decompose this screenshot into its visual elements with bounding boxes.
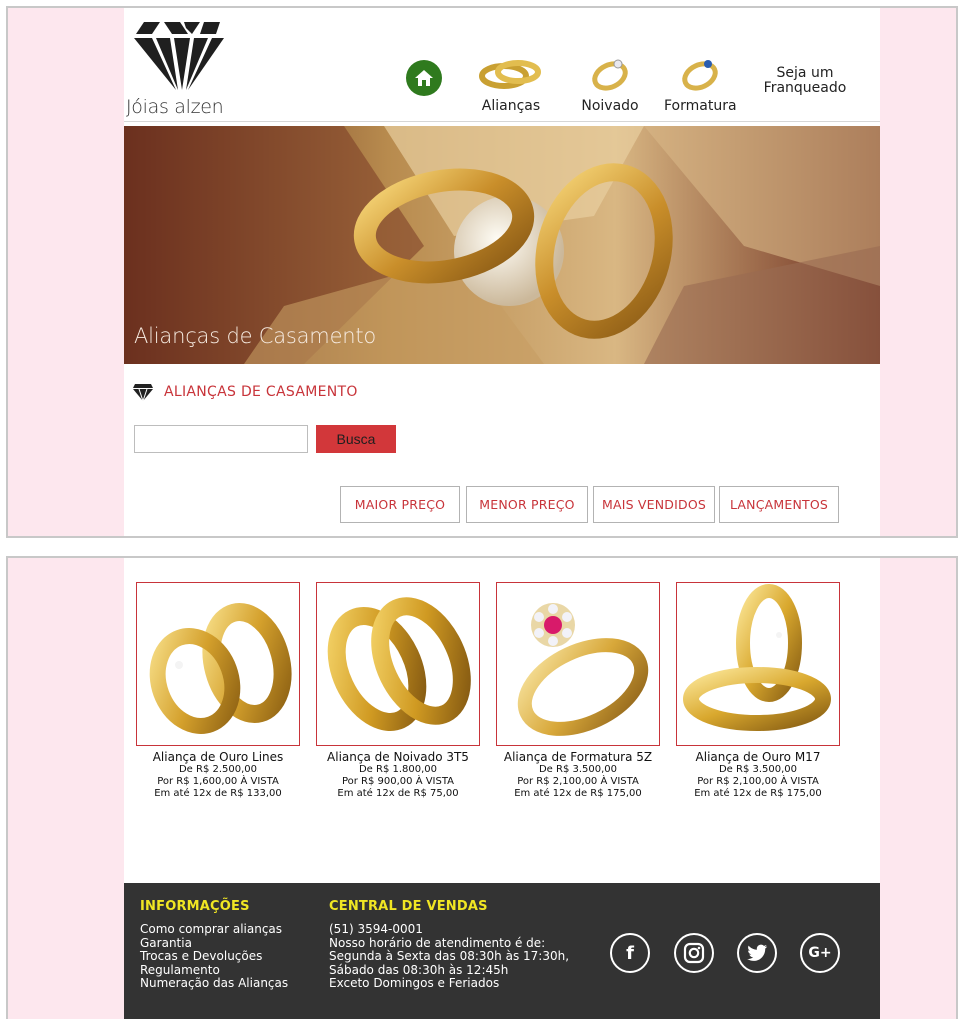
footer-link-returns[interactable]: Trocas e Devoluções — [140, 949, 288, 964]
sort-highest-price-button[interactable]: MAIOR PREÇO — [340, 486, 460, 523]
footer-hours-weekdays: Segunda à Sexta das 08:30h às 17:30h, — [329, 949, 570, 963]
footer-info-heading: INFORMAÇÕES — [140, 899, 250, 914]
footer-link-ring-sizes[interactable]: Numeração das Alianças — [140, 976, 288, 991]
nav-home-button[interactable] — [406, 60, 442, 96]
product-card[interactable]: Aliança de Ouro M17 De R$ 3.500,00 Por R… — [676, 582, 840, 800]
graduation-ring-icon — [682, 60, 718, 91]
nav-item-aliancas[interactable]: Alianças — [476, 52, 546, 114]
product-rings-image — [683, 584, 831, 731]
product-name[interactable]: Aliança de Ouro M17 — [676, 750, 840, 764]
diamond-logo-icon — [134, 22, 224, 90]
page-content-bottom: Aliança de Ouro Lines De R$ 2.500,00 Por… — [124, 558, 880, 1019]
google-plus-icon[interactable]: G+ — [800, 933, 840, 973]
footer-info-column: INFORMAÇÕES Como comprar alianças Garant… — [140, 899, 288, 991]
instagram-icon[interactable] — [674, 933, 714, 973]
diamond-icon — [133, 384, 153, 402]
product-price-from: De R$ 3.500,00 — [718, 764, 798, 775]
home-icon — [415, 70, 433, 86]
search-input[interactable] — [134, 425, 308, 453]
product-name[interactable]: Aliança de Ouro Lines — [136, 750, 300, 764]
top-viewport: Jóias alzen Alianças Noivado Formatura S… — [6, 6, 958, 538]
product-price-from: De R$ 2.500,00 — [178, 764, 258, 775]
product-image[interactable] — [136, 582, 300, 746]
section-header: ALIANÇAS DE CASAMENTO — [132, 382, 358, 402]
product-image[interactable] — [676, 582, 840, 746]
sort-new-releases-button[interactable]: LANÇAMENTOS — [719, 486, 839, 523]
footer-hours-exceptions: Exceto Domingos e Feriados — [329, 976, 500, 990]
instagram-glyph — [683, 942, 705, 964]
section-title: ALIANÇAS DE CASAMENTO — [164, 384, 358, 400]
product-card[interactable]: Aliança de Noivado 3T5 De R$ 1.800,00 Po… — [316, 582, 480, 800]
franchise-line2: Franqueado — [763, 80, 847, 96]
nav-item-noivado[interactable]: Noivado — [580, 52, 640, 114]
nav-item-formatura[interactable]: Formatura — [664, 52, 737, 114]
product-card[interactable]: Aliança de Ouro Lines De R$ 2.500,00 Por… — [136, 582, 300, 800]
footer-hours-intro: Nosso horário de atendimento é de: — [329, 935, 546, 950]
sort-best-sellers-button[interactable]: MAIS VENDIDOS — [593, 486, 715, 523]
sort-lowest-price-button[interactable]: MENOR PREÇO — [466, 486, 588, 523]
nav-item-franchise[interactable]: Seja um Franqueado — [760, 66, 850, 96]
footer-phone: (51) 3594-0001 — [329, 922, 423, 936]
product-ring-image — [517, 603, 649, 736]
footer-sales-heading: CENTRAL DE VENDAS — [329, 899, 488, 914]
product-name[interactable]: Aliança de Formatura 5Z — [496, 750, 660, 764]
product-price-from: De R$ 1.800,00 — [358, 764, 438, 775]
site-logo[interactable]: Jóias alzen — [124, 18, 244, 118]
nav-label-formatura: Formatura — [664, 98, 737, 114]
engagement-ring-icon — [592, 59, 628, 91]
site-footer: INFORMAÇÕES Como comprar alianças Garant… — [124, 883, 880, 1019]
google-plus-glyph: G+ — [808, 945, 832, 961]
search-button[interactable]: Busca — [316, 425, 396, 453]
product-installments: Em até 12x de R$ 133,00 — [154, 788, 282, 799]
hero-banner: Alianças de Casamento — [124, 126, 880, 364]
product-installments: Em até 12x de R$ 175,00 — [514, 788, 642, 799]
header-divider — [124, 121, 880, 122]
footer-link-regulations[interactable]: Regulamento — [140, 963, 288, 978]
footer-sales-column: CENTRAL DE VENDAS (51) 3594-0001 Nosso h… — [329, 899, 569, 991]
product-rings-image — [327, 597, 471, 731]
product-price-cash: Por R$ 900,00 À VISTA — [341, 776, 455, 787]
product-price-from: De R$ 3.500,00 — [538, 764, 618, 775]
footer-link-warranty[interactable]: Garantia — [140, 936, 288, 951]
product-card[interactable]: Aliança de Formatura 5Z De R$ 3.500,00 P… — [496, 582, 660, 800]
product-rings-image — [149, 603, 292, 734]
facebook-glyph: f — [626, 942, 634, 964]
product-installments: Em até 12x de R$ 175,00 — [694, 788, 822, 799]
twitter-glyph — [747, 944, 768, 961]
product-image[interactable] — [496, 582, 660, 746]
bottom-viewport: Aliança de Ouro Lines De R$ 2.500,00 Por… — [6, 556, 958, 1019]
nav-label-noivado: Noivado — [581, 98, 639, 114]
product-name[interactable]: Aliança de Noivado 3T5 — [316, 750, 480, 764]
page-content-top: Jóias alzen Alianças Noivado Formatura S… — [124, 8, 880, 536]
franchise-line1: Seja um — [776, 65, 834, 81]
product-price-cash: Por R$ 2,100,00 À VISTA — [517, 776, 639, 787]
twitter-icon[interactable] — [737, 933, 777, 973]
nav-label-aliancas: Alianças — [481, 98, 541, 114]
product-price-cash: Por R$ 2,100,00 À VISTA — [697, 776, 819, 787]
footer-link-how-to-buy[interactable]: Como comprar alianças — [140, 922, 288, 937]
product-installments: Em até 12x de R$ 75,00 — [337, 788, 459, 799]
hero-caption: Alianças de Casamento — [134, 324, 377, 348]
product-image[interactable] — [316, 582, 480, 746]
footer-hours-saturday: Sábado das 08:30h às 12:45h — [329, 962, 509, 977]
brand-name: Jóias alzen — [126, 96, 224, 118]
product-price-cash: Por R$ 1,600,00 À VISTA — [157, 776, 279, 787]
facebook-icon[interactable]: f — [610, 933, 650, 973]
wedding-rings-icon — [479, 60, 541, 89]
